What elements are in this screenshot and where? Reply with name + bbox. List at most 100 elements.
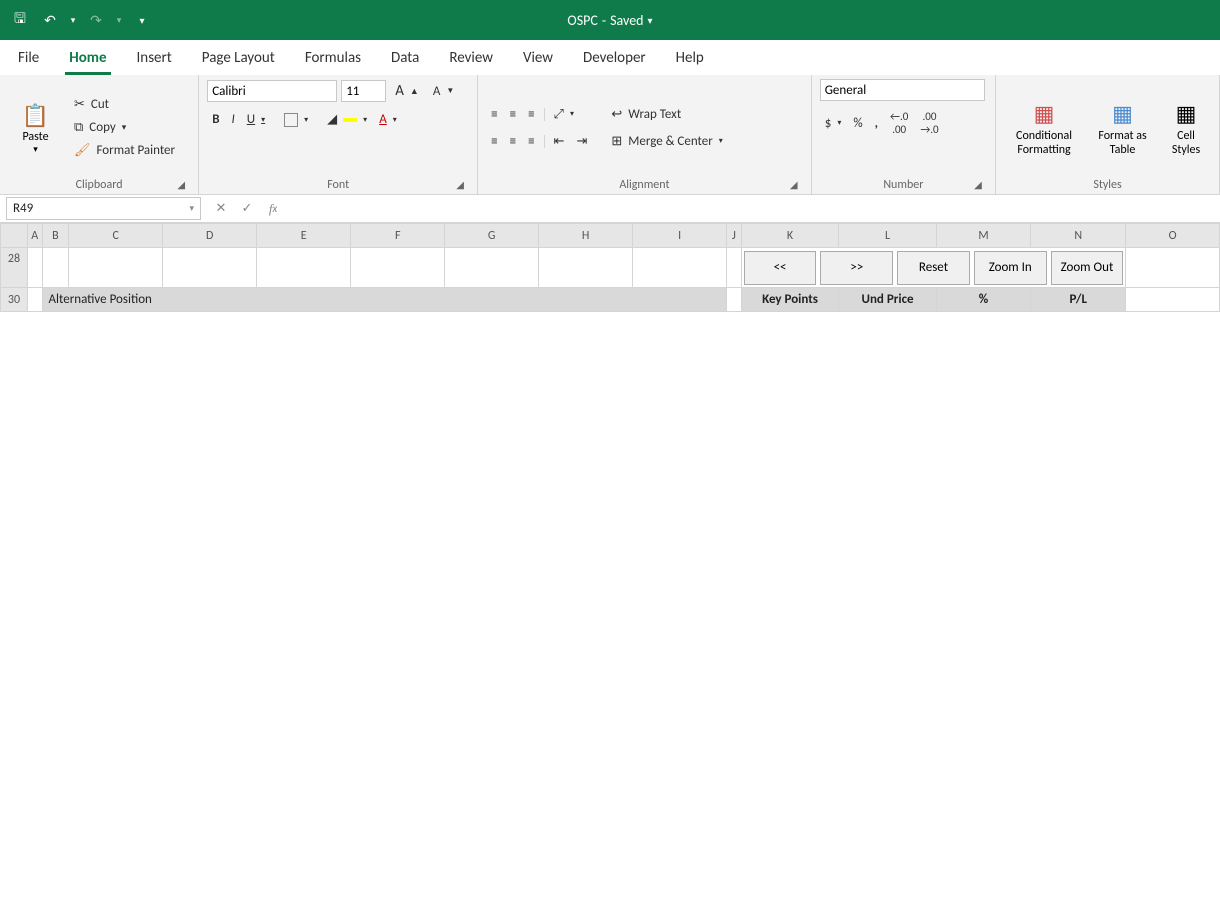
wrap-text-button[interactable]: ↩Wrap Text [606,104,727,125]
increase-font-button[interactable]: A▲ [390,79,424,103]
increase-decimal-button[interactable]: ←.0.00 [885,107,913,139]
merge-icon: ⊞ [611,134,622,149]
row-header-30[interactable]: 30 [1,288,28,312]
formula-input[interactable] [289,195,1220,222]
align-right-button[interactable]: ≡ [523,131,539,152]
cell-styles-button[interactable]: ▦Cell Styles [1161,79,1211,176]
bold-button[interactable]: B [207,109,224,130]
alignment-launcher[interactable]: ◢ [787,178,801,192]
number-launcher[interactable]: ◢ [971,178,985,192]
styles-group-label: Styles [1004,176,1211,194]
merge-center-button[interactable]: ⊞Merge & Center▾ [606,131,727,152]
wrap-icon: ↩ [611,107,622,122]
font-name-combo[interactable] [207,80,337,102]
kp2-header-0: Key Points [741,288,839,312]
col-header-M[interactable]: M [936,224,1031,248]
conditional-formatting-button[interactable]: ▦Conditional Formatting [1004,79,1084,176]
tab-developer[interactable]: Developer [579,43,650,75]
row-header-28[interactable]: 28 [1,248,28,288]
italic-button[interactable]: I [227,109,240,130]
insert-function-button[interactable]: fx [261,197,285,221]
tab-data[interactable]: Data [387,43,423,75]
cell-styles-icon: ▦ [1170,98,1202,130]
tab-help[interactable]: Help [672,43,708,75]
nav-button-4[interactable]: Zoom Out [1051,251,1124,285]
undo-menu[interactable]: ▾ [66,6,80,34]
col-header-D[interactable]: D [163,224,257,248]
underline-button[interactable]: U▾ [242,109,270,130]
accounting-format-button[interactable]: $▾ [820,107,847,139]
number-group-label: Number◢ [820,176,987,194]
col-header-K[interactable]: K [741,224,839,248]
tab-view[interactable]: View [519,43,557,75]
col-header-E[interactable]: E [257,224,351,248]
undo-button[interactable]: ↶ [36,6,64,34]
format-as-table-button[interactable]: ▦Format as Table [1090,79,1155,176]
increase-indent-button[interactable]: ⇥ [571,131,592,152]
number-format-combo[interactable] [820,79,985,101]
cancel-formula-button[interactable]: ✕ [209,197,233,221]
cut-button[interactable]: ✂Cut [69,94,180,115]
kp2-header-3: P/L [1031,288,1126,312]
font-color-button[interactable]: A▾ [374,109,402,130]
quick-access-toolbar: 🖫 ↶ ▾ ↷ ▾ ▾ [6,6,156,34]
tab-insert[interactable]: Insert [133,43,176,75]
decrease-font-button[interactable]: A▼ [428,81,459,102]
select-all-corner[interactable] [1,224,28,248]
col-header-G[interactable]: G [445,224,539,248]
redo-button[interactable]: ↷ [82,6,110,34]
copy-button[interactable]: ⧉Copy▾ [69,117,180,138]
align-left-button[interactable]: ≡ [486,131,502,152]
paste-button[interactable]: 📋 Paste▾ [8,79,63,176]
enter-formula-button[interactable]: ✓ [235,197,259,221]
col-header-H[interactable]: H [539,224,633,248]
clipboard-launcher[interactable]: ◢ [174,178,188,192]
col-header-L[interactable]: L [839,224,936,248]
document-title: OSPC-Saved▾ [567,12,652,29]
kp2-header-1: Und Price [839,288,936,312]
copy-icon: ⧉ [74,120,83,135]
nav-button-0[interactable]: << [744,251,817,285]
align-top-button[interactable]: ≡ [486,104,502,125]
save-button[interactable]: 🖫 [6,6,34,34]
font-size-combo[interactable] [341,80,386,102]
align-center-button[interactable]: ≡ [505,131,521,152]
col-header-J[interactable]: J [727,224,742,248]
col-header-I[interactable]: I [633,224,727,248]
tab-formulas[interactable]: Formulas [301,43,365,75]
tab-home[interactable]: Home [65,43,110,75]
orientation-button[interactable]: ⤢▾ [549,104,579,125]
col-header-C[interactable]: C [69,224,163,248]
tab-page-layout[interactable]: Page Layout [198,43,279,75]
font-launcher[interactable]: ◢ [453,178,467,192]
col-header-O[interactable]: O [1126,224,1220,248]
nav-button-2[interactable]: Reset [897,251,970,285]
align-bottom-button[interactable]: ≡ [523,104,539,125]
decrease-decimal-button[interactable]: .00→.0 [915,107,943,139]
col-header-B[interactable]: B [42,224,69,248]
scissors-icon: ✂ [74,97,85,112]
redo-menu[interactable]: ▾ [112,6,126,34]
percent-format-button[interactable]: % [848,107,867,139]
fill-color-button[interactable]: ◢▾ [322,109,372,130]
tab-file[interactable]: File [14,43,43,75]
format-painter-button[interactable]: 🖌Format Painter [69,140,180,161]
borders-button[interactable]: ▾ [279,110,313,130]
align-middle-button[interactable]: ≡ [505,104,521,125]
table-icon: ▦ [1107,98,1139,130]
tab-review[interactable]: Review [445,43,497,75]
title-bar: 🖫 ↶ ▾ ↷ ▾ ▾ OSPC-Saved▾ [0,0,1220,40]
col-header-F[interactable]: F [351,224,445,248]
name-box[interactable]: R49▾ [6,197,201,220]
nav-button-3[interactable]: Zoom In [974,251,1047,285]
comma-format-button[interactable]: , [870,107,883,139]
font-group-label: Font◢ [207,176,469,194]
decrease-indent-button[interactable]: ⇤ [549,131,570,152]
col-header-N[interactable]: N [1031,224,1126,248]
clipboard-group-label: Clipboard◢ [8,176,190,194]
col-header-A[interactable]: A [27,224,42,248]
kp2-header-2: % [936,288,1031,312]
nav-button-1[interactable]: >> [820,251,893,285]
qat-customize[interactable]: ▾ [128,6,156,34]
worksheet[interactable]: ABCDEFGHIJKLMNO 28 <<>>ResetZoom InZoom Ou… [0,223,1220,921]
